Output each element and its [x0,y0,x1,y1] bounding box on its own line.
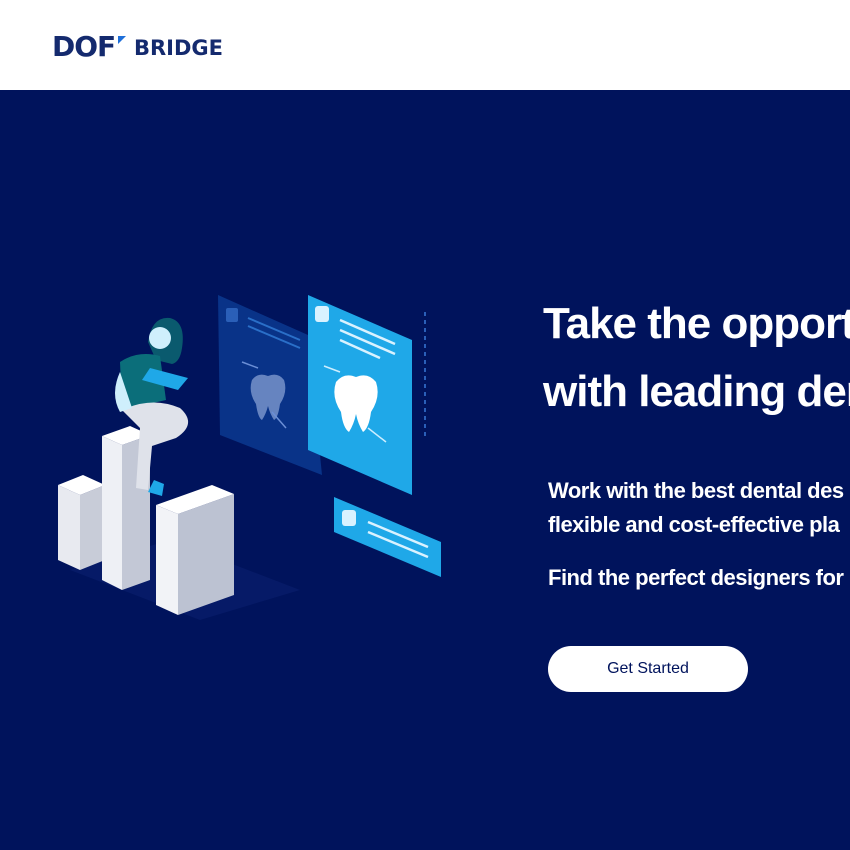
get-started-button[interactable]: Get Started [548,646,748,692]
block-left-front [80,485,105,570]
site-header: DOF BRIDGE [0,0,850,90]
logo-mark: DOF [52,30,115,60]
front-panel-badge [315,306,329,322]
small-card-badge [342,510,356,526]
hero-headline-line-2: with leading den [543,367,850,416]
logo-accent-shape [118,36,126,44]
block-left-side [58,485,80,570]
block-front-side [156,505,178,615]
hero-description-line-1: Work with the best dental des [548,478,844,503]
small-card [334,497,441,577]
block-front-front [178,494,234,615]
dof-bridge-logo[interactable]: DOF BRIDGE [52,30,222,60]
hero-section: Take the opportu with leading den Work w… [0,90,850,850]
hero-description-line-2: flexible and cost-effective pla [548,512,840,537]
back-panel-badge [226,308,238,322]
hero-headline-line-1: Take the opportu [543,299,850,348]
logo-word: BRIDGE [134,36,222,60]
block-tall-side [102,436,122,590]
dental-designer-illustration [58,295,441,620]
hero-description-line-3: Find the perfect designers for [548,565,844,590]
